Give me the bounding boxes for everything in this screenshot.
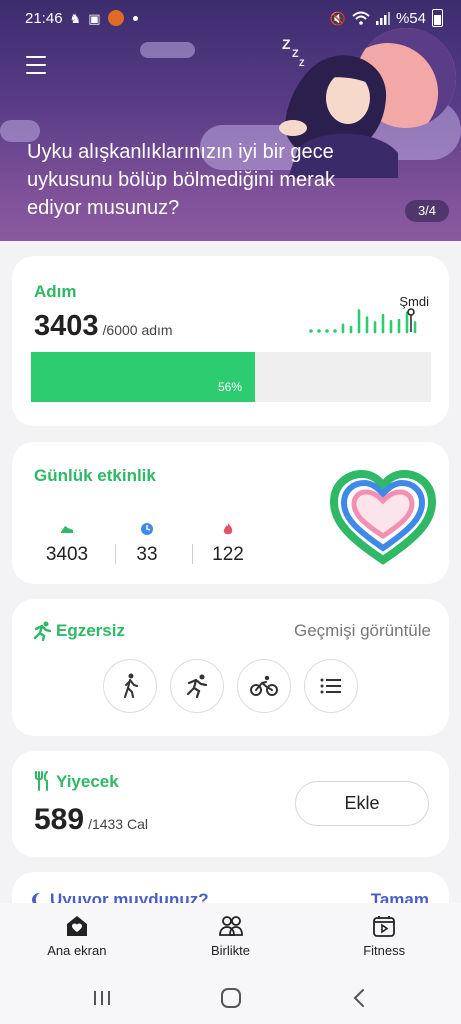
mute-icon: 🔇	[329, 10, 346, 26]
daily-activity-title: Günlük etkinlik	[34, 466, 156, 485]
more-exercises-button[interactable]	[304, 659, 358, 713]
steps-card[interactable]: Adım 3403/6000 adım Şmdi 56%	[12, 256, 449, 426]
steps-title: Adım	[34, 282, 77, 301]
banner-text: Uyku alışkanlıklarınızın iyi bir gece uy…	[27, 141, 335, 219]
steps-count-row: 3403/6000 adım	[34, 310, 173, 343]
wifi-icon	[352, 11, 370, 25]
menu-icon[interactable]	[26, 56, 46, 74]
page-indicator: 3/4	[405, 200, 449, 222]
exercise-icon	[33, 621, 52, 641]
activity-time-value: 33	[136, 544, 158, 565]
spark-dot	[309, 329, 313, 333]
cycling-button[interactable]	[237, 659, 291, 713]
nav-home[interactable]: Ana ekran	[0, 903, 154, 973]
shoe-icon	[61, 526, 73, 533]
food-title: Yiyecek	[56, 772, 119, 791]
system-navigation-bar	[0, 973, 461, 1024]
sleep-z-icon: Z	[292, 48, 299, 60]
food-goal: /1433 Cal	[88, 816, 148, 832]
sleep-z-icon: Z	[299, 58, 305, 68]
fitness-icon	[373, 916, 396, 937]
signal-icon	[375, 12, 390, 25]
steps-count: 3403	[34, 310, 99, 342]
list-icon	[320, 678, 341, 694]
view-history-link[interactable]: Geçmişi görüntüle	[294, 621, 431, 641]
daily-activity-card[interactable]: Günlük etkinlik 3403 33 122	[12, 442, 449, 584]
steps-progress-bar: 56%	[31, 352, 431, 402]
nav-home-label: Ana ekran	[47, 943, 107, 958]
nav-together[interactable]: Birlikte	[154, 903, 308, 973]
food-card[interactable]: Yiyecek 589/1433 Cal Ekle	[12, 751, 449, 857]
food-calories-row: 589/1433 Cal	[34, 803, 148, 837]
nav-fitness-label: Fitness	[363, 943, 406, 958]
home-icon	[66, 916, 87, 936]
steps-progress-label: 56%	[218, 380, 243, 394]
spark-dot	[333, 329, 337, 333]
activity-steps-value: 3403	[45, 544, 89, 565]
activity-time-stat: 33	[101, 522, 193, 566]
step-sparkline	[309, 308, 417, 334]
running-button[interactable]	[170, 659, 224, 713]
recents-icon[interactable]	[90, 987, 114, 1009]
home-button-icon[interactable]	[219, 987, 243, 1009]
sleep-z-icon: Z	[282, 36, 291, 52]
spark-dot	[317, 329, 321, 333]
app-notification-icon: ♞	[69, 10, 82, 26]
more-notifications-dot	[132, 15, 138, 21]
cycling-icon	[250, 675, 278, 696]
status-bar: 21:46 ♞ ▣ 🔇 %54	[25, 8, 443, 28]
battery-icon	[432, 9, 443, 27]
nav-together-label: Birlikte	[211, 943, 251, 958]
nav-fitness[interactable]: Fitness	[307, 903, 461, 973]
back-icon[interactable]	[348, 987, 372, 1009]
box-notification-icon: ▣	[88, 10, 101, 26]
fork-knife-icon	[35, 771, 48, 791]
flame-icon	[223, 523, 233, 535]
exercise-title: Egzersiz	[56, 621, 125, 640]
activity-calories-value: 122	[212, 544, 244, 565]
walking-button[interactable]	[103, 659, 157, 713]
now-marker-dot	[407, 308, 415, 316]
activity-calories-stat: 122	[182, 522, 274, 566]
walking-icon	[124, 673, 138, 698]
running-icon	[186, 674, 208, 698]
clock-icon	[141, 523, 153, 535]
add-food-button[interactable]: Ekle	[295, 781, 429, 826]
food-calories: 589	[34, 803, 85, 836]
battery-percent: %54	[395, 9, 426, 27]
spark-dot	[325, 329, 329, 333]
bottom-navigation: Ana ekran Birlikte Fitness	[0, 903, 461, 973]
cloud-decoration	[140, 42, 195, 58]
activity-steps-stat: 3403	[21, 522, 113, 566]
steps-goal: /6000 adım	[102, 322, 173, 338]
activity-heart-icon	[330, 470, 436, 565]
sleep-banner[interactable]: Z Z Z 21:46 ♞ ▣ 🔇 %54 Uyku alışkanlıklar…	[0, 0, 461, 241]
app-badge-icon	[107, 10, 124, 26]
clock-time: 21:46	[25, 9, 63, 27]
exercise-card[interactable]: Egzersiz Geçmişi görüntüle	[12, 599, 449, 736]
people-icon	[218, 916, 243, 936]
steps-progress-fill	[31, 352, 255, 402]
